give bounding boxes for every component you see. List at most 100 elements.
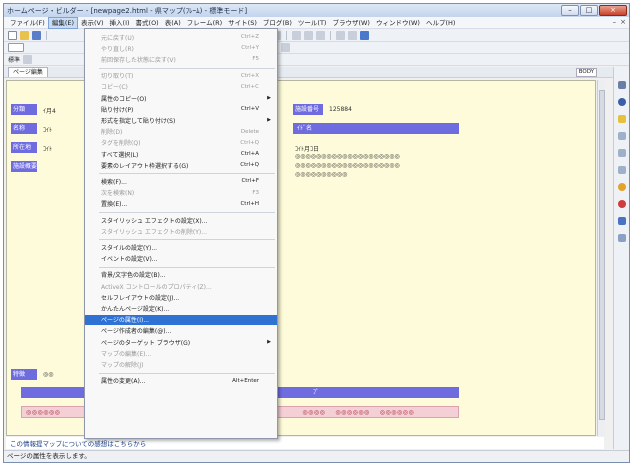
arrow-icon[interactable]	[617, 166, 626, 174]
lightbulb-icon[interactable]	[617, 183, 626, 191]
edit-menu-item-label: 削除(D)	[101, 129, 123, 137]
edit-menu-item[interactable]: 元に戻す(U) Ctrl+Z	[85, 32, 277, 42]
menu-item[interactable]: ブログ(B)	[260, 17, 295, 29]
pink-cell-3: ◎◎◎◎◎◎	[335, 408, 370, 416]
menu-item[interactable]: ヘルプ(H)	[423, 17, 458, 29]
menu-item[interactable]: 表示(V)	[78, 17, 107, 29]
preview-icon[interactable]	[360, 31, 369, 40]
row-value-name: ｺｲﾄ	[43, 127, 53, 134]
row-value-address: ｺｲﾄ	[43, 146, 53, 153]
map-icon[interactable]	[617, 234, 626, 242]
edit-menu-shortcut: F3	[252, 189, 259, 196]
facility-number-value: 125884	[329, 106, 352, 113]
style-select[interactable]	[8, 43, 24, 52]
row-value-category: ｲ月4	[43, 108, 56, 115]
edit-menu-item[interactable]: ページ作成者の編集(@)...	[85, 326, 277, 336]
panel-collapse-icon[interactable]	[617, 81, 626, 89]
mode-label[interactable]: 標準	[8, 55, 20, 64]
page-icon[interactable]	[617, 149, 626, 157]
edit-menu-shortcut: Ctrl+A	[240, 151, 259, 157]
menu-item[interactable]: ウィンドウ(W)	[373, 17, 423, 29]
menu-item[interactable]: ブラウザ(W)	[329, 17, 373, 29]
edit-menu-item[interactable]: 形式を指定して貼り付け(S) ▶	[85, 115, 277, 125]
menu-item[interactable]: 表(A)	[162, 17, 184, 29]
editor-scrollbar[interactable]	[597, 80, 605, 436]
edit-menu-item-label: ActiveX コントロールのプロパティ(Z)...	[101, 283, 212, 291]
title-bar: ホームページ・ビルダー - [newpage2.html - 県マップ(ﾌﾚｰﾑ…	[4, 4, 629, 17]
submenu-arrow-icon: ▶	[267, 339, 271, 345]
menu-separator	[99, 173, 275, 175]
edit-menu-item[interactable]: 属性の変更(A)... Alt+Enter	[85, 376, 277, 386]
form-icon[interactable]	[348, 31, 357, 40]
edit-menu-item[interactable]: 切り取り(T) Ctrl+X	[85, 71, 277, 81]
indent-icon[interactable]	[292, 31, 301, 40]
edit-menu-item[interactable]: スタイリッシュ エフェクトの設定(X)...	[85, 215, 277, 225]
edit-menu-item[interactable]: ActiveX コントロールのプロパティ(Z)...	[85, 281, 277, 291]
edit-menu-item[interactable]: 前回保存した状態に戻す(V) F5	[85, 54, 277, 64]
edit-menu-item[interactable]: マップの編集(E)...	[85, 348, 277, 358]
mdi-minimize-button[interactable]: –	[613, 18, 617, 26]
menu-item[interactable]: ファイル(F)	[7, 17, 48, 29]
edit-menu-item[interactable]: かんたんページ設定(K)...	[85, 303, 277, 313]
highlight-icon[interactable]	[281, 43, 290, 52]
edit-menu-shortcut: Ctrl+X	[240, 72, 259, 79]
menu-item[interactable]: 編集(E)	[47, 16, 78, 29]
mdi-close-button[interactable]: ×	[620, 18, 626, 26]
edit-menu-item[interactable]: ページの属性(I)...	[85, 314, 277, 325]
edit-menu-item[interactable]: 属性のコピー(O) ▶	[85, 93, 277, 103]
list-icon[interactable]	[316, 31, 325, 40]
menu-separator	[99, 67, 275, 69]
outdent-icon[interactable]	[304, 31, 313, 40]
palette-icon[interactable]	[617, 132, 626, 140]
menu-item[interactable]: 挿入(I)	[107, 17, 133, 29]
edit-menu-item[interactable]: セルフレイアウトの設定(J)...	[85, 292, 277, 302]
maximize-button[interactable]: □	[580, 5, 598, 16]
edit-menu-item[interactable]: マップの解除(J)	[85, 359, 277, 369]
row-label-address: 所在地	[11, 142, 37, 153]
edit-menu-item[interactable]: やり直し(R) Ctrl+Y	[85, 43, 277, 53]
menu-item[interactable]: フレーム(R)	[184, 17, 225, 29]
tab-page-edit[interactable]: ページ編集	[8, 67, 48, 77]
menu-item[interactable]: サイト(S)	[225, 17, 260, 29]
edit-menu-item[interactable]: 置換(E)... Ctrl+H	[85, 199, 277, 209]
circle-row-1: ◎◎◎◎◎◎◎◎◎◎◎◎◎◎◎◎◎◎◎◎	[295, 153, 400, 160]
edit-menu-item[interactable]: ページのターゲット ブラウザ(G) ▶	[85, 337, 277, 347]
edit-menu-item-label: 形式を指定して貼り付け(S)	[101, 117, 176, 125]
open-folder-icon[interactable]	[20, 31, 29, 40]
minimize-button[interactable]: –	[561, 5, 579, 16]
edit-menu-item-label: スタイリッシュ エフェクトの削除(Y)...	[101, 228, 207, 236]
edit-menu-item[interactable]: 削除(D) Delete	[85, 127, 277, 137]
image-icon[interactable]	[336, 31, 345, 40]
edit-menu-item-label: すべて選択(L)	[101, 151, 139, 159]
menu-item[interactable]: ツール(T)	[295, 17, 330, 29]
edit-menu-item[interactable]: 貼り付け(P) Ctrl+V	[85, 104, 277, 114]
save-icon[interactable]	[32, 31, 41, 40]
edit-menu-item[interactable]: 要素のレイアウト枠選択する(G) Ctrl+Q	[85, 160, 277, 170]
edit-menu-item[interactable]: 次を検索(N) F3	[85, 188, 277, 198]
tag-body[interactable]: BODY	[575, 67, 597, 77]
folder-icon[interactable]	[617, 115, 626, 123]
edit-menu-item[interactable]: スタイルの設定(Y)...	[85, 242, 277, 252]
edit-menu-shortcut: Ctrl+V	[240, 106, 259, 113]
edit-menu-item-label: かんたんページ設定(K)...	[101, 305, 170, 313]
layers-icon[interactable]	[617, 217, 626, 225]
edit-menu-item[interactable]: 背景/文字色の設定(B)...	[85, 270, 277, 280]
menu-separator	[99, 212, 275, 213]
edit-menu-item-label: 元に戻す(U)	[101, 34, 135, 42]
edit-menu-item[interactable]: イベントの設定(V)...	[85, 254, 277, 264]
alert-icon[interactable]	[617, 200, 626, 208]
close-button[interactable]: ×	[599, 5, 627, 16]
new-page-icon[interactable]	[8, 31, 17, 40]
menu-item[interactable]: 書式(O)	[133, 17, 162, 29]
edit-menu-shortcut: Ctrl+F	[241, 178, 259, 185]
edit-menu-shortcut: Ctrl+H	[240, 200, 259, 207]
scrollbar-thumb[interactable]	[599, 90, 605, 420]
edit-menu-item[interactable]: タグを削除(Q) Ctrl+Q	[85, 138, 277, 148]
dropdown-icon[interactable]	[23, 55, 33, 64]
edit-menu-item[interactable]: コピー(C) Ctrl+C	[85, 82, 277, 92]
edit-menu-item[interactable]: 検索(F)... Ctrl+F	[85, 176, 277, 186]
globe-icon[interactable]	[617, 98, 626, 106]
edit-menu-item[interactable]: スタイリッシュ エフェクトの削除(Y)...	[85, 226, 277, 236]
edit-menu-item-label: 前回保存した状態に戻す(V)	[101, 56, 176, 64]
edit-menu-item[interactable]: すべて選択(L) Ctrl+A	[85, 149, 277, 159]
